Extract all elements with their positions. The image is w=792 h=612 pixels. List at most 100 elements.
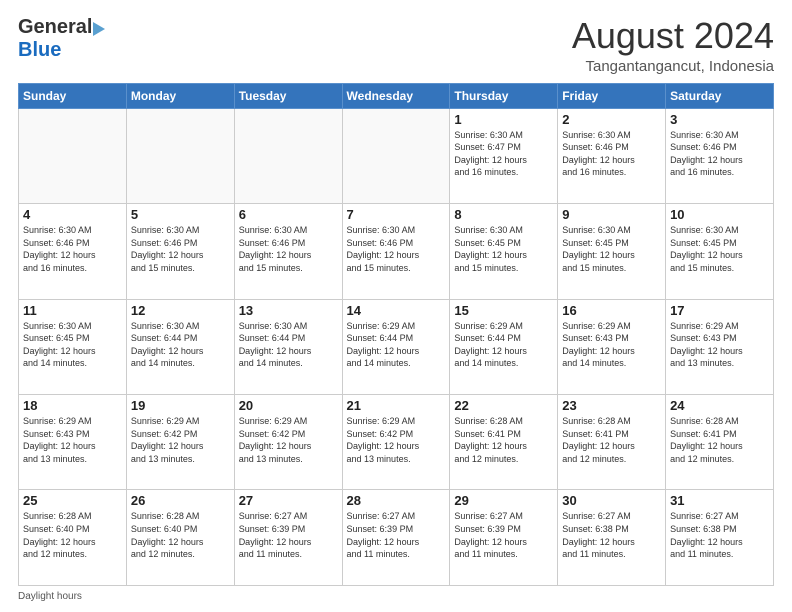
- table-row: 12Sunrise: 6:30 AMSunset: 6:44 PMDayligh…: [126, 299, 234, 394]
- day-info: Sunrise: 6:30 AMSunset: 6:46 PMDaylight:…: [239, 224, 338, 274]
- logo: General Blue: [18, 16, 105, 62]
- table-row: 23 Sunrise: 6:28 AMSunset: 6:41 PMDayligh…: [558, 395, 666, 490]
- day-info: Sunrise: 6:29 AMSunset: 6:43 PMDaylight:…: [23, 415, 122, 465]
- day-number: 21: [347, 398, 446, 413]
- table-row: 25Sunrise: 6:28 AMSunset: 6:40 PMDayligh…: [19, 490, 127, 586]
- day-number: 28: [347, 493, 446, 508]
- day-info: Sunrise: 6:29 AMSunset: 6:42 PMDaylight:…: [239, 415, 338, 465]
- table-row: 2 Sunrise: 6:30 AMSunset: 6:46 PMDaylight…: [558, 108, 666, 203]
- day-number: 12: [131, 303, 230, 318]
- day-info: Sunrise: 6:30 AMSunset: 6:45 PMDaylight:…: [670, 224, 769, 274]
- table-row: 11Sunrise: 6:30 AMSunset: 6:45 PMDayligh…: [19, 299, 127, 394]
- day-number: 3: [670, 112, 769, 127]
- col-monday: Monday: [126, 83, 234, 108]
- day-info: Sunrise: 6:27 AMSunset: 6:39 PMDaylight:…: [239, 510, 338, 560]
- table-row: 15 Sunrise: 6:29 AMSunset: 6:44 PMDayligh…: [450, 299, 558, 394]
- day-number: 15: [454, 303, 553, 318]
- day-info: Sunrise: 6:29 AMSunset: 6:43 PMDaylight:…: [670, 320, 769, 370]
- calendar-week-row: 18 Sunrise: 6:29 AMSunset: 6:43 PMDayligh…: [19, 395, 774, 490]
- day-number: 5: [131, 207, 230, 222]
- col-wednesday: Wednesday: [342, 83, 450, 108]
- day-number: 14: [347, 303, 446, 318]
- day-number: 30: [562, 493, 661, 508]
- day-info: Sunrise: 6:30 AMSunset: 6:46 PMDaylight:…: [562, 129, 661, 179]
- table-row: [19, 108, 127, 203]
- calendar-table: Sunday Monday Tuesday Wednesday Thursday…: [18, 83, 774, 586]
- day-number: 18: [23, 398, 122, 413]
- day-info: Sunrise: 6:30 AMSunset: 6:46 PMDaylight:…: [670, 129, 769, 179]
- day-info: Sunrise: 6:30 AMSunset: 6:45 PMDaylight:…: [454, 224, 553, 274]
- day-info: Sunrise: 6:30 AMSunset: 6:45 PMDaylight:…: [562, 224, 661, 274]
- day-info: Sunrise: 6:28 AMSunset: 6:41 PMDaylight:…: [562, 415, 661, 465]
- header: General Blue August 2024 Tangantangancut…: [18, 16, 774, 75]
- table-row: 6 Sunrise: 6:30 AMSunset: 6:46 PMDaylight…: [234, 204, 342, 299]
- day-number: 26: [131, 493, 230, 508]
- day-info: Sunrise: 6:30 AMSunset: 6:46 PMDaylight:…: [347, 224, 446, 274]
- day-number: 4: [23, 207, 122, 222]
- day-info: Sunrise: 6:30 AMSunset: 6:46 PMDaylight:…: [23, 224, 122, 274]
- day-number: 20: [239, 398, 338, 413]
- table-row: [342, 108, 450, 203]
- day-info: Sunrise: 6:27 AMSunset: 6:39 PMDaylight:…: [347, 510, 446, 560]
- logo-arrow-icon: [93, 22, 105, 36]
- calendar-week-row: 11Sunrise: 6:30 AMSunset: 6:45 PMDayligh…: [19, 299, 774, 394]
- day-number: 24: [670, 398, 769, 413]
- table-row: 17 Sunrise: 6:29 AMSunset: 6:43 PMDayligh…: [666, 299, 774, 394]
- table-row: 4 Sunrise: 6:30 AMSunset: 6:46 PMDaylight…: [19, 204, 127, 299]
- day-info: Sunrise: 6:27 AMSunset: 6:39 PMDaylight:…: [454, 510, 553, 560]
- table-row: [234, 108, 342, 203]
- table-row: 22 Sunrise: 6:28 AMSunset: 6:41 PMDayligh…: [450, 395, 558, 490]
- day-info: Sunrise: 6:30 AMSunset: 6:46 PMDaylight:…: [131, 224, 230, 274]
- month-year-title: August 2024: [572, 16, 774, 56]
- day-info: Sunrise: 6:29 AMSunset: 6:43 PMDaylight:…: [562, 320, 661, 370]
- table-row: 28 Sunrise: 6:27 AMSunset: 6:39 PMDayligh…: [342, 490, 450, 586]
- day-info: Sunrise: 6:27 AMSunset: 6:38 PMDaylight:…: [562, 510, 661, 560]
- day-info: Sunrise: 6:28 AMSunset: 6:40 PMDaylight:…: [131, 510, 230, 560]
- col-tuesday: Tuesday: [234, 83, 342, 108]
- day-info: Sunrise: 6:30 AMSunset: 6:44 PMDaylight:…: [239, 320, 338, 370]
- logo-general-text: General: [18, 16, 92, 39]
- day-number: 31: [670, 493, 769, 508]
- table-row: 13 Sunrise: 6:30 AMSunset: 6:44 PMDayligh…: [234, 299, 342, 394]
- daylight-hours-label: Daylight hours: [18, 591, 82, 602]
- table-row: 24 Sunrise: 6:28 AMSunset: 6:41 PMDayligh…: [666, 395, 774, 490]
- table-row: 1Sunrise: 6:30 AMSunset: 6:47 PMDaylight…: [450, 108, 558, 203]
- table-row: 27 Sunrise: 6:27 AMSunset: 6:39 PMDayligh…: [234, 490, 342, 586]
- table-row: 10Sunrise: 6:30 AMSunset: 6:45 PMDayligh…: [666, 204, 774, 299]
- day-number: 16: [562, 303, 661, 318]
- table-row: 31 Sunrise: 6:27 AMSunset: 6:38 PMDayligh…: [666, 490, 774, 586]
- day-number: 27: [239, 493, 338, 508]
- table-row: 26 Sunrise: 6:28 AMSunset: 6:40 PMDayligh…: [126, 490, 234, 586]
- day-number: 2: [562, 112, 661, 127]
- day-number: 6: [239, 207, 338, 222]
- col-saturday: Saturday: [666, 83, 774, 108]
- calendar-header-row: Sunday Monday Tuesday Wednesday Thursday…: [19, 83, 774, 108]
- day-info: Sunrise: 6:28 AMSunset: 6:41 PMDaylight:…: [454, 415, 553, 465]
- table-row: 3 Sunrise: 6:30 AMSunset: 6:46 PMDaylight…: [666, 108, 774, 203]
- table-row: 8 Sunrise: 6:30 AMSunset: 6:45 PMDaylight…: [450, 204, 558, 299]
- day-info: Sunrise: 6:29 AMSunset: 6:44 PMDaylight:…: [454, 320, 553, 370]
- table-row: [126, 108, 234, 203]
- day-info: Sunrise: 6:28 AMSunset: 6:41 PMDaylight:…: [670, 415, 769, 465]
- day-number: 23: [562, 398, 661, 413]
- day-number: 11: [23, 303, 122, 318]
- table-row: 29Sunrise: 6:27 AMSunset: 6:39 PMDayligh…: [450, 490, 558, 586]
- day-number: 8: [454, 207, 553, 222]
- day-number: 13: [239, 303, 338, 318]
- day-number: 22: [454, 398, 553, 413]
- table-row: 14 Sunrise: 6:29 AMSunset: 6:44 PMDayligh…: [342, 299, 450, 394]
- table-row: 9Sunrise: 6:30 AMSunset: 6:45 PMDaylight…: [558, 204, 666, 299]
- day-number: 19: [131, 398, 230, 413]
- day-info: Sunrise: 6:29 AMSunset: 6:44 PMDaylight:…: [347, 320, 446, 370]
- day-number: 7: [347, 207, 446, 222]
- calendar-week-row: 4 Sunrise: 6:30 AMSunset: 6:46 PMDaylight…: [19, 204, 774, 299]
- logo-blue-text: Blue: [18, 39, 61, 62]
- day-info: Sunrise: 6:27 AMSunset: 6:38 PMDaylight:…: [670, 510, 769, 560]
- table-row: 7 Sunrise: 6:30 AMSunset: 6:46 PMDaylight…: [342, 204, 450, 299]
- table-row: 16 Sunrise: 6:29 AMSunset: 6:43 PMDayligh…: [558, 299, 666, 394]
- day-info: Sunrise: 6:29 AMSunset: 6:42 PMDaylight:…: [131, 415, 230, 465]
- calendar-week-row: 1Sunrise: 6:30 AMSunset: 6:47 PMDaylight…: [19, 108, 774, 203]
- table-row: 21Sunrise: 6:29 AMSunset: 6:42 PMDayligh…: [342, 395, 450, 490]
- table-row: 18 Sunrise: 6:29 AMSunset: 6:43 PMDayligh…: [19, 395, 127, 490]
- day-number: 17: [670, 303, 769, 318]
